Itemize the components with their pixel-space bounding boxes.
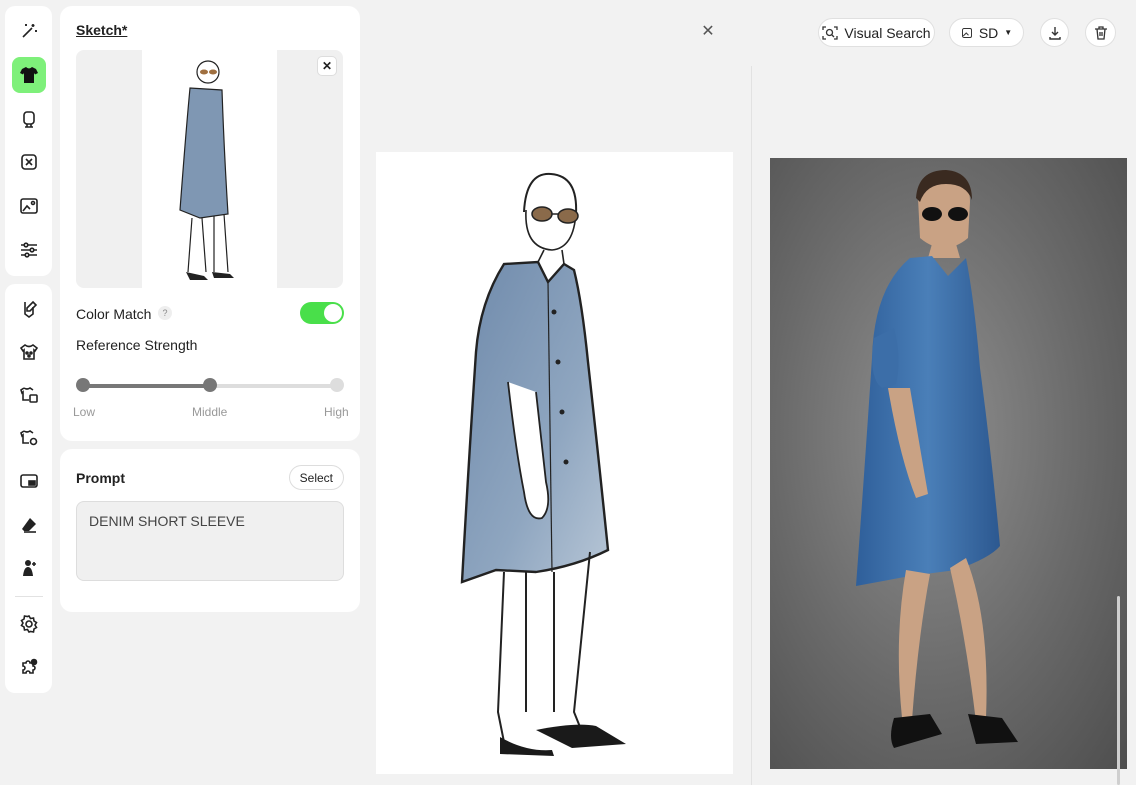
prompt-input[interactable]: DENIM SHORT SLEEVE (76, 501, 344, 581)
sketch-thumbnail[interactable]: ✕ (76, 50, 343, 288)
rail-divider (14, 595, 43, 597)
prompt-title: Prompt (76, 470, 125, 486)
garment-settings-icon (19, 430, 37, 446)
model-add-icon (22, 559, 36, 576)
download-button[interactable] (1040, 18, 1069, 47)
ai-magic-button[interactable] (12, 13, 46, 49)
pattern-button[interactable] (12, 334, 46, 369)
resize-tool-button[interactable] (12, 144, 46, 180)
pen-edit-button[interactable] (12, 291, 46, 326)
resize-icon (20, 154, 37, 171)
plugin-button[interactable] (12, 650, 46, 685)
color-match-toggle[interactable] (300, 302, 344, 324)
slider-label-high: High (324, 405, 349, 419)
visual-search-icon (822, 25, 839, 40)
image-text-icon (19, 198, 38, 215)
prompt-select-button[interactable]: Select (288, 465, 344, 490)
generated-photo[interactable] (770, 158, 1127, 769)
pen-edit-icon (23, 300, 37, 318)
trash-icon (1094, 25, 1107, 40)
toggle-knob (324, 304, 342, 322)
garment-swap-button[interactable] (12, 377, 46, 412)
visual-search-label: Visual Search (844, 24, 931, 41)
mannequin-tool-button[interactable] (12, 101, 46, 137)
plugin-icon (21, 659, 37, 675)
garment-settings-button[interactable] (12, 421, 46, 456)
prompt-panel: Prompt Select DENIM SHORT SLEEVE (60, 449, 360, 612)
caret-down-icon: ▼ (1004, 28, 1013, 37)
pattern-icon (19, 343, 38, 360)
slider-stop-low[interactable] (76, 378, 90, 392)
slider-fill (83, 384, 210, 388)
garment-swap-icon (19, 387, 38, 403)
picture-in-picture-icon (19, 474, 38, 489)
model-label: SD (978, 24, 999, 41)
image-icon (961, 27, 972, 38)
tool-rail-bottom (5, 284, 52, 693)
visual-search-button[interactable]: Visual Search (818, 18, 935, 47)
picture-in-picture-button[interactable] (12, 464, 46, 499)
help-icon[interactable]: ? (158, 306, 172, 320)
magic-wand-icon (21, 23, 37, 38)
mannequin-icon (22, 110, 35, 128)
settings-button[interactable] (12, 607, 46, 642)
sketch-canvas-image[interactable] (376, 152, 733, 774)
sliders-icon (20, 242, 37, 258)
sketch-thumbnail-image (142, 50, 277, 288)
remove-sketch-button[interactable]: ✕ (317, 56, 337, 76)
garment-tool-button[interactable] (11, 56, 46, 93)
adjustments-tool-button[interactable] (12, 232, 46, 268)
settings-icon (19, 615, 38, 634)
shirt-icon (19, 66, 38, 83)
sketch-title[interactable]: Sketch* (76, 22, 127, 38)
canvas-divider (751, 66, 752, 785)
model-select-dropdown[interactable]: SD ▼ (949, 18, 1024, 47)
sketch-panel: Sketch* ✕ Color Match ? Reference Streng… (60, 6, 360, 441)
download-icon (1048, 26, 1061, 40)
slider-label-low: Low (73, 405, 96, 419)
tool-rail-top (5, 6, 52, 276)
close-canvas-button[interactable]: ✕ (700, 22, 716, 40)
color-match-label: Color Match (76, 306, 152, 322)
vertical-scrollbar[interactable] (1117, 596, 1120, 785)
eraser-icon (21, 517, 36, 533)
eraser-button[interactable] (12, 507, 46, 542)
image-text-tool-button[interactable] (12, 188, 46, 224)
slider-stop-high[interactable] (330, 378, 344, 392)
slider-handle[interactable] (203, 378, 217, 392)
delete-button[interactable] (1085, 18, 1116, 47)
model-add-button[interactable] (12, 550, 46, 585)
slider-label-middle: Middle (192, 405, 228, 419)
reference-strength-label: Reference Strength (76, 337, 198, 353)
